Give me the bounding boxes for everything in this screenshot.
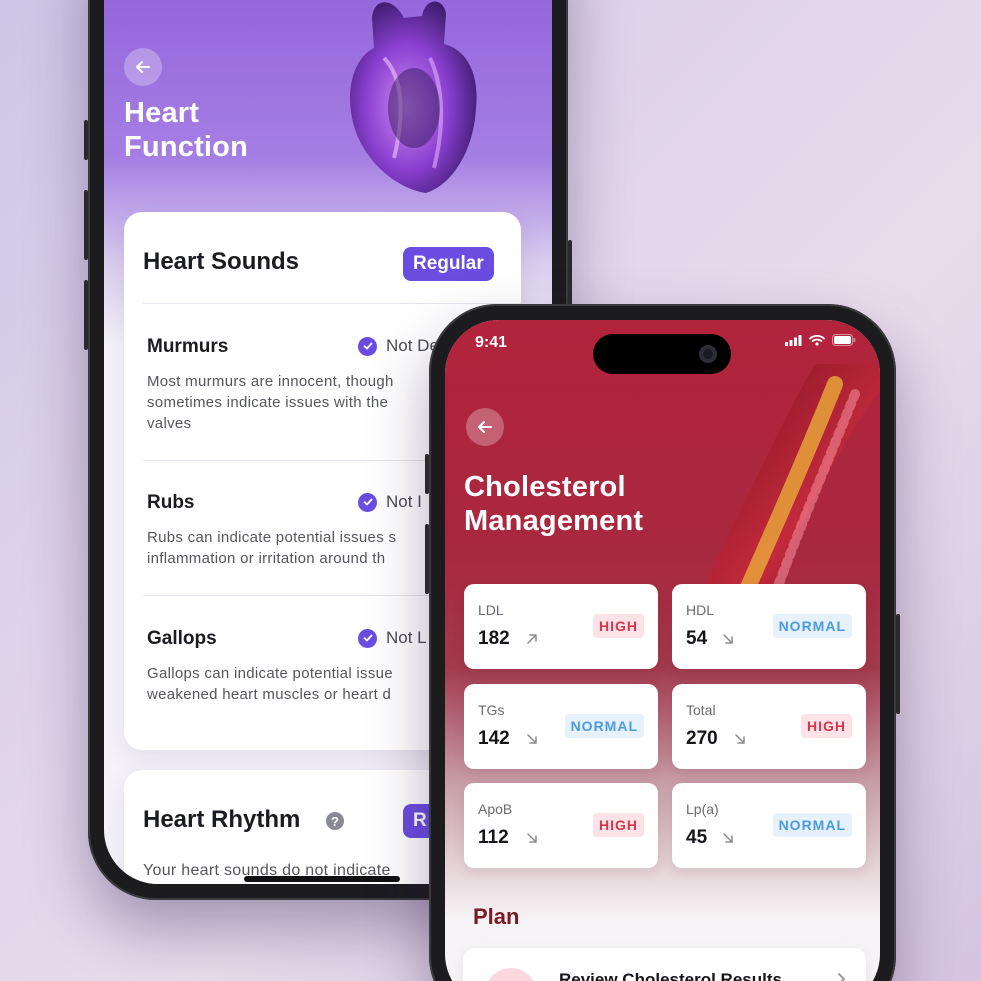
check-icon [358,336,377,356]
trend-down-icon [723,634,733,644]
status-text: Not L [386,628,427,647]
status-time: 9:41 [475,334,508,351]
trend-down-icon [723,833,733,843]
item-status: Not De [358,336,439,356]
title-line: Function [124,131,249,163]
camera-icon [699,345,717,363]
page-title: Heart Function [124,96,248,164]
item-title: Murmurs [147,336,229,357]
trend-up-icon [527,634,537,644]
metric-value: 112 [478,827,509,848]
plan-item[interactable]: Review Cholesterol Results [463,948,866,981]
metric-label: ApoB [478,801,513,817]
side-button [84,190,88,260]
item-status: Not I [358,492,422,512]
trend-down-icon [527,833,537,843]
metric-value: 54 [686,628,708,649]
home-indicator[interactable] [244,876,400,882]
metric-value: 270 [686,728,718,749]
plan-icon [485,968,537,981]
arrow-left-icon [136,61,150,73]
back-button[interactable] [466,408,504,446]
item-status: Not L [358,628,427,648]
metric-value: 45 [686,827,708,848]
metric-card-apob[interactable]: ApoB 112 HIGH [464,783,658,868]
check-icon [358,628,377,648]
status-badge: NORMAL [772,813,852,837]
trend-down-icon [735,734,745,744]
page-title: Cholesterol Management [464,470,643,538]
metric-label: Total [686,702,716,718]
cholesterol-screen: 9:41 Cholesterol Management LDL 182 HIGH… [445,320,880,981]
side-button [896,614,900,714]
side-button [425,454,429,494]
signal-icon [785,334,802,346]
side-button [425,524,429,594]
status-badge: HIGH [593,614,644,638]
cholesterol-phone: 9:41 Cholesterol Management LDL 182 HIGH… [425,304,900,981]
title-line: Cholesterol [464,471,626,503]
plan-title: Review Cholesterol Results [559,970,782,981]
status-badge: HIGH [593,813,644,837]
item-title: Rubs [147,492,195,513]
battery-icon [832,334,856,346]
item-title: Gallops [147,628,217,649]
arrow-left-icon [478,421,492,433]
metric-label: HDL [686,602,715,618]
side-button [84,280,88,350]
divider [143,303,521,304]
metric-card-tgs[interactable]: TGs 142 NORMAL [464,684,658,769]
metric-value: 182 [478,628,510,649]
metric-value: 142 [478,728,510,749]
help-icon[interactable]: ? [326,812,344,830]
plan-heading: Plan [473,904,520,929]
chevron-right-icon [838,973,845,981]
wifi-icon [809,334,825,346]
trend-down-icon [527,734,537,744]
status-badge: HIGH [801,714,852,738]
metric-card-total[interactable]: Total 270 HIGH [672,684,866,769]
status-text: Not I [386,492,422,511]
status-badge: NORMAL [564,714,644,738]
side-button [84,120,88,160]
status-badge: NORMAL [772,614,852,638]
check-icon [358,492,377,512]
artery-illustration [695,364,880,604]
metric-label: LDL [478,602,504,618]
card-title: Heart Rhythm [143,806,301,833]
status-badge: Regular [403,247,494,281]
back-button[interactable] [124,48,162,86]
card-title: Heart Sounds [143,248,300,275]
metric-card-ldl[interactable]: LDL 182 HIGH [464,584,658,669]
title-line: Management [464,505,644,537]
metric-label: Lp(a) [686,801,719,817]
metric-card-lpa[interactable]: Lp(a) 45 NORMAL [672,783,866,868]
metric-card-hdl[interactable]: HDL 54 NORMAL [672,584,866,669]
title-line: Heart [124,97,200,129]
status-icons [785,334,856,346]
metric-label: TGs [478,702,505,718]
heart-illustration [350,1,477,193]
